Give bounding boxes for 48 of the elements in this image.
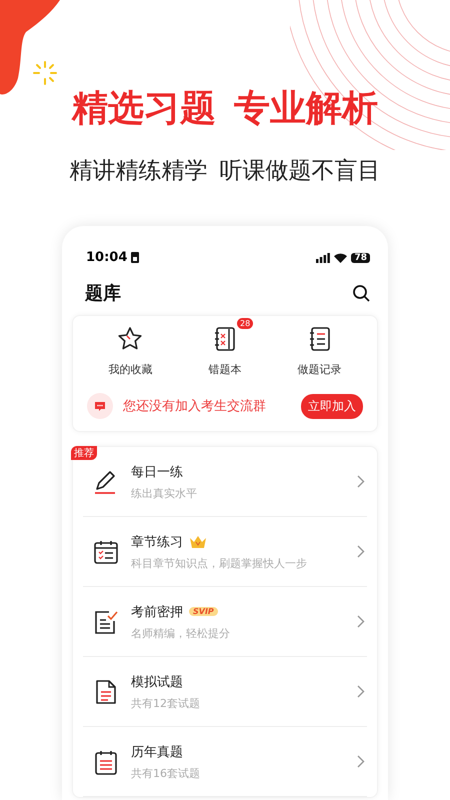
- list-item[interactable]: 历年真题 共有16套试题: [83, 727, 367, 797]
- lock-icon: [131, 252, 140, 263]
- list-item[interactable]: 章节练习 科目章节知识点，刷题掌握快人一步: [83, 517, 367, 587]
- calendar-icon: [93, 748, 119, 774]
- crown-icon: [189, 534, 207, 548]
- item-subtitle: 名师精编，轻松提分: [131, 626, 231, 640]
- join-button[interactable]: 立即加入: [301, 394, 363, 418]
- shortcut-button[interactable]: 错题本: [208, 326, 242, 377]
- notebook-icon: [213, 326, 237, 352]
- chat-icon: [87, 393, 113, 419]
- calendar-icon: [93, 538, 119, 564]
- item-title: 考前密押: [131, 604, 183, 620]
- wifi-icon: [334, 252, 348, 262]
- banner-text: 您还没有加入考生交流群: [123, 398, 267, 415]
- status-time: 10:04: [86, 250, 128, 265]
- count-badge: 28: [237, 318, 254, 329]
- page-title: 题库: [85, 282, 121, 305]
- item-title: 模拟试题: [131, 674, 183, 690]
- shortcut-button[interactable]: 我的收藏: [108, 326, 152, 377]
- star-icon: [117, 326, 144, 352]
- search-icon[interactable]: [352, 284, 370, 302]
- chevron-icon: [357, 685, 365, 698]
- headline: 精选习题: [72, 87, 216, 131]
- subtitle: 精讲精练精学: [70, 157, 208, 186]
- item-title: 章节练习: [131, 534, 183, 550]
- list-item[interactable]: 模拟试题 共有12套试题: [83, 657, 367, 727]
- sparkle-icon: [32, 60, 58, 86]
- item-title: 历年真题: [131, 744, 183, 760]
- shortcut-button[interactable]: 做题记录: [298, 326, 342, 377]
- checklist-icon: [93, 608, 119, 634]
- signal-icon: [316, 252, 330, 262]
- battery-level: 78: [351, 252, 370, 262]
- notebook-icon: [308, 326, 332, 352]
- ribbon-tag: 推荐: [71, 446, 97, 460]
- item-subtitle: 共有12套试题: [131, 696, 201, 710]
- chevron-icon: [357, 475, 365, 488]
- subtitle: 听课做题不盲目: [220, 157, 380, 186]
- document-icon: [93, 678, 119, 704]
- item-subtitle: 共有16套试题: [131, 766, 201, 780]
- list-item[interactable]: 考前密押 SVIP 名师精编，轻松提分: [83, 587, 367, 657]
- item-subtitle: 练出真实水平: [131, 486, 198, 500]
- chevron-icon: [357, 755, 365, 768]
- chevron-icon: [357, 615, 365, 628]
- item-subtitle: 科目章节知识点，刷题掌握快人一步: [131, 556, 308, 570]
- item-title: 每日一练: [131, 464, 183, 480]
- svip-tag: SVIP: [189, 607, 218, 616]
- chevron-icon: [357, 545, 365, 558]
- headline: 专业解析: [234, 87, 378, 131]
